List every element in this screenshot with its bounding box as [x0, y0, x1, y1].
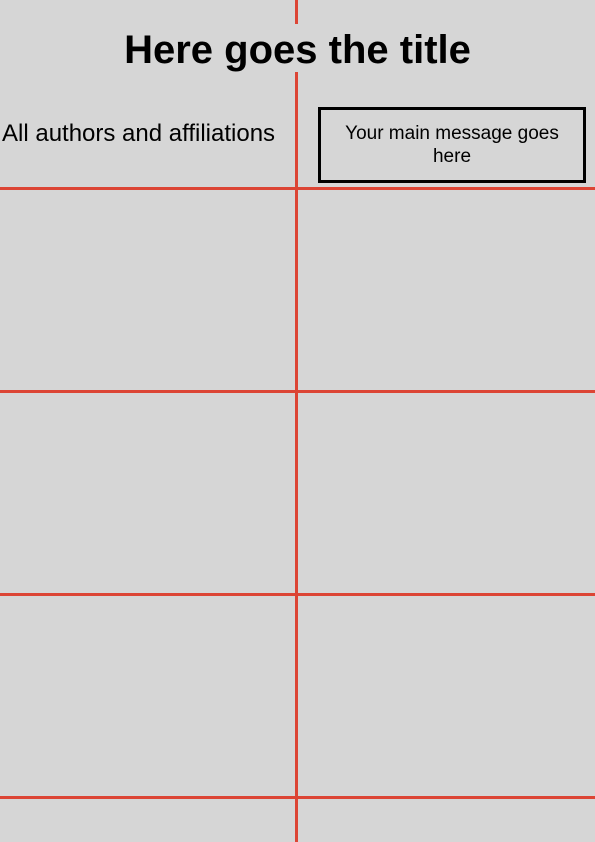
- horizontal-guide-line: [0, 796, 595, 799]
- poster-title: Here goes the title: [124, 28, 471, 72]
- horizontal-guide-line: [0, 593, 595, 596]
- main-message-box: Your main message goes here: [318, 107, 586, 183]
- horizontal-guide-line: [0, 187, 595, 190]
- poster-page: Here goes the title All authors and affi…: [0, 0, 595, 842]
- vertical-guide-line-top: [295, 0, 298, 24]
- horizontal-guide-line: [0, 390, 595, 393]
- main-message-text: Your main message goes here: [345, 123, 559, 167]
- authors-affiliations: All authors and affiliations: [2, 120, 276, 147]
